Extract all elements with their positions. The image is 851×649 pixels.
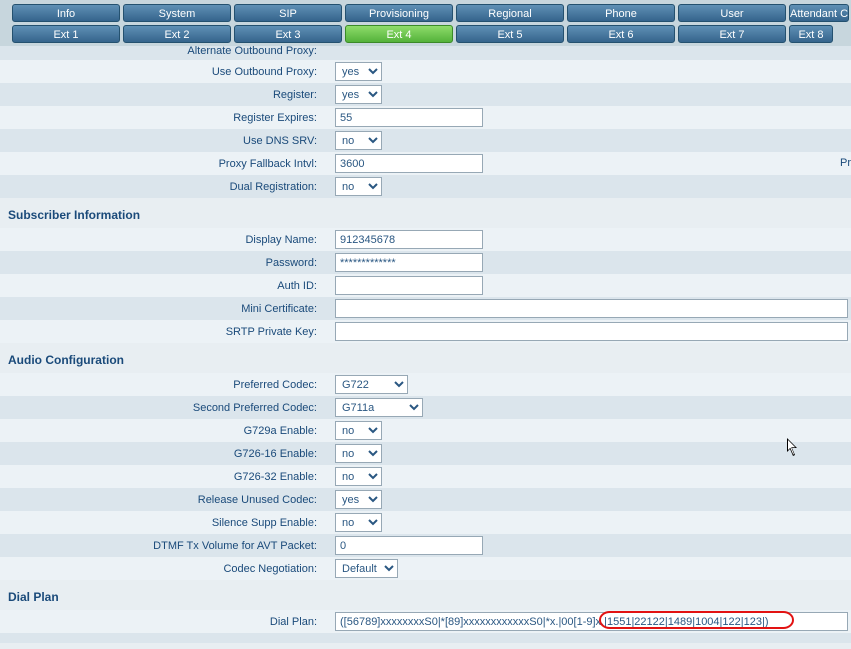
tab-ext4[interactable]: Ext 4	[345, 25, 453, 43]
second-preferred-codec-select[interactable]: G711a	[335, 398, 423, 417]
row-codec-negotiation: Codec Negotiation: Default	[0, 557, 851, 580]
audio-config-heading: Audio Configuration	[0, 343, 851, 373]
use-outbound-proxy-label: Use Outbound Proxy:	[0, 66, 323, 78]
proxy-row-right-text: Pr	[840, 157, 851, 169]
row-dial-plan: Dial Plan:	[0, 610, 851, 633]
g726-16-enable-label: G726-16 Enable:	[0, 448, 323, 460]
row-trailing	[0, 633, 851, 643]
mini-certificate-input[interactable]	[335, 299, 848, 318]
tab-sip[interactable]: SIP	[234, 4, 342, 22]
silence-supp-enable-label: Silence Supp Enable:	[0, 517, 323, 529]
row-use-dns-srv: Use DNS SRV: no	[0, 129, 851, 152]
subscriber-info-heading: Subscriber Information	[0, 198, 851, 228]
srtp-private-key-label: SRTP Private Key:	[0, 326, 323, 338]
row-silence-supp-enable: Silence Supp Enable: no	[0, 511, 851, 534]
row-release-unused-codec: Release Unused Codec: yes	[0, 488, 851, 511]
form-content: Alternate Outbound Proxy: Use Outbound P…	[0, 46, 851, 643]
second-preferred-codec-label: Second Preferred Codec:	[0, 402, 323, 414]
tab-ext8[interactable]: Ext 8	[789, 25, 833, 43]
alt-outbound-proxy-label: Alternate Outbound Proxy:	[0, 46, 323, 57]
row-mini-certificate: Mini Certificate:	[0, 297, 851, 320]
tab-system[interactable]: System	[123, 4, 231, 22]
row-g726-16-enable: G726-16 Enable: no	[0, 442, 851, 465]
release-unused-codec-label: Release Unused Codec:	[0, 494, 323, 506]
preferred-codec-label: Preferred Codec:	[0, 379, 323, 391]
g729a-enable-select[interactable]: no	[335, 421, 382, 440]
row-register-expires: Register Expires:	[0, 106, 851, 129]
row-g726-32-enable: G726-32 Enable: no	[0, 465, 851, 488]
register-select[interactable]: yes	[335, 85, 382, 104]
dial-plan-label: Dial Plan:	[0, 616, 323, 628]
tab-provisioning[interactable]: Provisioning	[345, 4, 453, 22]
register-expires-label: Register Expires:	[0, 112, 323, 124]
row-g729a-enable: G729a Enable: no	[0, 419, 851, 442]
tab-user[interactable]: User	[678, 4, 786, 22]
row-use-outbound-proxy: Use Outbound Proxy: yes	[0, 60, 851, 83]
tab-ext3[interactable]: Ext 3	[234, 25, 342, 43]
srtp-private-key-input[interactable]	[335, 322, 848, 341]
proxy-fallback-label: Proxy Fallback Intvl:	[0, 158, 323, 170]
row-register: Register: yes	[0, 83, 851, 106]
password-label: Password:	[0, 257, 323, 269]
proxy-fallback-input[interactable]	[335, 154, 483, 173]
tab-ext6[interactable]: Ext 6	[567, 25, 675, 43]
dial-plan-input[interactable]	[335, 612, 848, 631]
use-dns-srv-label: Use DNS SRV:	[0, 135, 323, 147]
tab-ext1[interactable]: Ext 1	[12, 25, 120, 43]
dual-registration-label: Dual Registration:	[0, 181, 323, 193]
tab-regional[interactable]: Regional	[456, 4, 564, 22]
row-dual-registration: Dual Registration: no	[0, 175, 851, 198]
row-srtp-private-key: SRTP Private Key:	[0, 320, 851, 343]
codec-negotiation-select[interactable]: Default	[335, 559, 398, 578]
dtmf-tx-volume-label: DTMF Tx Volume for AVT Packet:	[0, 540, 323, 552]
row-proxy-fallback: Proxy Fallback Intvl: Pr	[0, 152, 851, 175]
g726-16-enable-select[interactable]: no	[335, 444, 382, 463]
tab-info[interactable]: Info	[12, 4, 120, 22]
row-auth-id: Auth ID:	[0, 274, 851, 297]
g729a-enable-label: G729a Enable:	[0, 425, 323, 437]
preferred-codec-select[interactable]: G722	[335, 375, 408, 394]
silence-supp-enable-select[interactable]: no	[335, 513, 382, 532]
display-name-label: Display Name:	[0, 234, 323, 246]
mini-certificate-label: Mini Certificate:	[0, 303, 323, 315]
tab-ext7[interactable]: Ext 7	[678, 25, 786, 43]
auth-id-label: Auth ID:	[0, 280, 323, 292]
password-input[interactable]	[335, 253, 483, 272]
dual-registration-select[interactable]: no	[335, 177, 382, 196]
primary-tab-row: Info System SIP Provisioning Regional Ph…	[4, 4, 847, 22]
release-unused-codec-select[interactable]: yes	[335, 490, 382, 509]
auth-id-input[interactable]	[335, 276, 483, 295]
extension-tab-row: Ext 1 Ext 2 Ext 3 Ext 4 Ext 5 Ext 6 Ext …	[4, 25, 847, 43]
tab-phone[interactable]: Phone	[567, 4, 675, 22]
tab-attendant[interactable]: Attendant Co	[789, 4, 849, 22]
use-dns-srv-select[interactable]: no	[335, 131, 382, 150]
row-second-preferred-codec: Second Preferred Codec: G711a	[0, 396, 851, 419]
register-expires-input[interactable]	[335, 108, 483, 127]
top-navigation: Info System SIP Provisioning Regional Ph…	[0, 0, 851, 46]
row-display-name: Display Name:	[0, 228, 851, 251]
codec-negotiation-label: Codec Negotiation:	[0, 563, 323, 575]
dial-plan-heading: Dial Plan	[0, 580, 851, 610]
row-dtmf-tx-volume: DTMF Tx Volume for AVT Packet:	[0, 534, 851, 557]
row-password: Password:	[0, 251, 851, 274]
g726-32-enable-label: G726-32 Enable:	[0, 471, 323, 483]
tab-ext2[interactable]: Ext 2	[123, 25, 231, 43]
dtmf-tx-volume-input[interactable]	[335, 536, 483, 555]
row-preferred-codec: Preferred Codec: G722	[0, 373, 851, 396]
g726-32-enable-select[interactable]: no	[335, 467, 382, 486]
use-outbound-proxy-select[interactable]: yes	[335, 62, 382, 81]
tab-ext5[interactable]: Ext 5	[456, 25, 564, 43]
register-label: Register:	[0, 89, 323, 101]
row-alt-outbound-proxy: Alternate Outbound Proxy:	[0, 46, 851, 60]
display-name-input[interactable]	[335, 230, 483, 249]
